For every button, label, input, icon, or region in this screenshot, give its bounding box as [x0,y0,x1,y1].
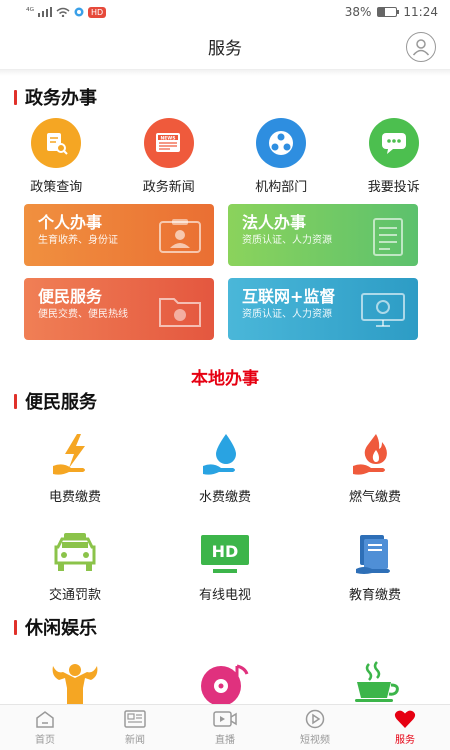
header-divider [0,70,450,76]
service-cable-tv[interactable]: HD 有线电视 [150,528,300,603]
folder-icon [159,298,201,327]
service-electricity[interactable]: 电费缴费 [0,430,150,505]
car-icon [45,528,105,578]
gov-item-label: 政务新闻 [142,180,195,195]
card-legal-entity[interactable]: 法人办事 资质认证、人力资源 [228,204,418,266]
card-subtitle: 便民交费、便民热线 [38,309,128,320]
user-profile-icon[interactable] [406,32,436,62]
bottom-nav: 首页 新闻 直播 短视频 服务 [0,704,450,750]
section-marker [14,619,17,635]
document-search-icon [31,118,82,168]
card-subtitle: 资质认证、人力资源 [242,235,332,246]
page-title: 服务 [208,39,242,59]
leisure-tea[interactable] [300,660,450,704]
battery-percent: 38% [344,5,372,19]
service-label: 水费缴费 [198,490,251,505]
nav-label: 直播 [215,735,235,746]
local-affairs-label[interactable]: 本地办事 [0,364,450,389]
gas-flame-icon [345,430,405,480]
nav-services[interactable]: 服务 [360,705,450,750]
service-water[interactable]: 水费缴费 [150,430,300,505]
nav-label: 首页 [35,735,55,746]
short-video-icon [305,709,325,729]
status-time: 11:24 [403,5,438,19]
section-title-leisure: 休闲娱乐 [14,614,97,640]
service-cards: 个人办事 生育收养、身份证 法人办事 资质认证、人力资源 便民服务 便民交费、便… [24,204,420,340]
header: 服务 [0,24,450,70]
status-bar: ⁴ᴳ HD 38% 11:24 [0,0,450,24]
leisure-fitness[interactable] [0,660,150,704]
nav-label: 服务 [395,735,415,746]
fitness-icon [52,664,98,704]
status-right: 38% 11:24 [345,5,438,19]
service-traffic-fine[interactable]: 交通罚款 [0,528,150,603]
gov-services-row: 政策查询 NEWS 政务新闻 机构部门 我要投诉 [0,118,450,195]
gov-item-label: 机构部门 [255,180,308,195]
service-label: 电费缴费 [48,490,101,505]
monitor-icon [361,293,405,327]
service-education[interactable]: 教育缴费 [300,528,450,603]
nav-live[interactable]: 直播 [180,705,270,750]
nav-news[interactable]: 新闻 [90,705,180,750]
battery-icon [377,7,400,17]
news-nav-icon [124,709,146,729]
card-subtitle: 生育收养、身份证 [38,235,118,246]
svg-text:NEWS: NEWS [160,135,175,141]
card-personal[interactable]: 个人办事 生育收养、身份证 [24,204,214,266]
section-title-gov: 政务办事 [14,84,97,110]
leisure-music[interactable] [150,660,300,704]
service-label: 燃气缴费 [348,490,401,505]
gov-item-news[interactable]: NEWS 政务新闻 [113,118,226,195]
live-icon [213,709,237,729]
signal-bars-icon [38,7,52,17]
notification-chip: HD [88,6,107,18]
services-row-1: 电费缴费 水费缴费 燃气缴费 [0,430,450,505]
id-card-icon [159,219,201,253]
gov-item-policy[interactable]: 政策查询 [0,118,113,195]
organization-icon [256,118,307,168]
leisure-row [0,660,450,704]
service-label: 教育缴费 [348,588,401,603]
nav-home[interactable]: 首页 [0,705,90,750]
card-subtitle: 资质认证、人力资源 [242,309,332,320]
home-icon [35,709,55,729]
tv-icon: HD [195,528,255,578]
section-title-convenience-label: 便民服务 [25,392,97,413]
service-label: 交通罚款 [48,588,101,603]
signal-icon: ⁴ᴳ [26,7,34,17]
electricity-icon [45,430,105,480]
heart-icon [394,709,416,729]
music-icon [201,664,249,704]
chat-icon [368,118,419,168]
water-icon [195,430,255,480]
nav-short-video[interactable]: 短视频 [270,705,360,750]
card-convenience[interactable]: 便民服务 便民交费、便民热线 [24,278,214,340]
gov-item-complaint[interactable]: 我要投诉 [338,118,450,195]
nav-label: 新闻 [125,735,145,746]
gov-item-label: 我要投诉 [367,180,420,195]
wifi-icon [56,7,70,17]
section-marker [14,393,17,409]
services-row-2: 交通罚款 HD 有线电视 教育缴费 [0,528,450,603]
tea-icon [355,661,399,702]
section-title-convenience: 便民服务 [14,388,97,414]
service-gas[interactable]: 燃气缴费 [300,430,450,505]
document-icon [373,218,403,256]
nav-label: 短视频 [300,735,330,746]
gov-item-organization[interactable]: 机构部门 [225,118,338,195]
news-icon: NEWS [143,118,194,168]
app-logo-icon [74,7,84,17]
section-marker [14,89,17,105]
gov-item-label: 政策查询 [30,180,83,195]
card-internet-supervision[interactable]: 互联网+监督 资质认证、人力资源 [228,278,418,340]
service-label: 有线电视 [198,588,251,603]
education-icon [345,528,405,578]
status-left: ⁴ᴳ HD [26,6,107,18]
svg-text:HD: HD [212,542,239,561]
section-title-gov-label: 政务办事 [25,88,97,109]
section-title-leisure-label: 休闲娱乐 [25,618,97,639]
